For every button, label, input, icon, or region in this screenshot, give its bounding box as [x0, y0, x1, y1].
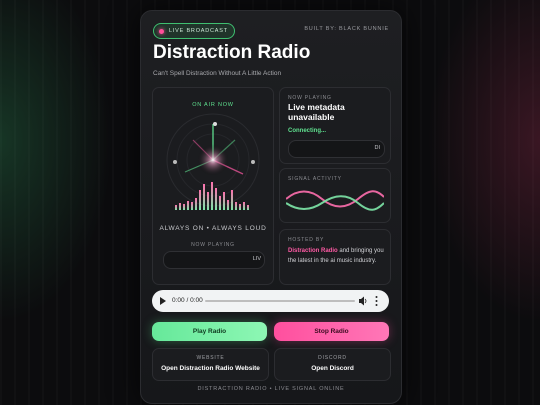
hosted-by-label: HOSTED BY — [288, 237, 325, 243]
metadata-ticker: DI — [288, 140, 385, 158]
metadata-text: Live metadata unavailable — [288, 102, 345, 122]
on-air-label: ON AIR NOW — [192, 102, 234, 108]
signal-activity-card: SIGNAL ACTIVITY — [279, 168, 391, 223]
website-link-label: WEBSITE — [196, 355, 225, 361]
radio-visualizer-icon — [166, 113, 260, 210]
play-radio-button[interactable]: Play Radio — [152, 322, 267, 341]
website-link-text: Open Distraction Radio Website — [161, 365, 260, 372]
stop-radio-button[interactable]: Stop Radio — [274, 322, 389, 341]
signal-wave-icon — [286, 190, 384, 211]
now-playing-ticker: LIV — [163, 251, 265, 269]
audio-player: 0:00 / 0:00 — [152, 290, 389, 312]
page-subtitle: Can't Spell Distraction Without A Little… — [153, 70, 282, 77]
built-by-credit: BUILT BY: BLACK BUNNIE — [304, 26, 389, 32]
discord-link-label: DISCORD — [318, 355, 347, 361]
visualizer-panel: ON AIR NOW ALWAYS ON • ALWAYS LOUD NOW P… — [152, 87, 274, 285]
audio-play-icon[interactable] — [160, 297, 166, 305]
live-badge-label: LIVE BROADCAST — [169, 28, 228, 34]
now-playing-card: NOW PLAYING Live metadata unavailable Co… — [279, 87, 391, 164]
tagline: ALWAYS ON • ALWAYS LOUD — [159, 225, 267, 232]
now-playing-card-label: NOW PLAYING — [288, 95, 332, 101]
discord-link-text: Open Discord — [311, 365, 354, 372]
now-playing-ticker-text: LIV — [252, 256, 261, 262]
more-options-icon[interactable] — [375, 295, 378, 307]
metadata-ticker-text: DI — [374, 145, 381, 151]
connection-status: Connecting... — [288, 128, 326, 134]
hosted-by-text: Distraction Radio and bringing you the l… — [288, 247, 384, 266]
live-badge: LIVE BROADCAST — [153, 23, 235, 39]
hosted-by-card: HOSTED BY Distraction Radio and bringing… — [279, 229, 391, 285]
footer-status: DISTRACTION RADIO • LIVE SIGNAL ONLINE — [197, 386, 345, 392]
host-name: Distraction Radio — [288, 248, 338, 254]
page-title: Distraction Radio — [153, 42, 311, 63]
radio-card: LIVE BROADCAST BUILT BY: BLACK BUNNIE Di… — [140, 10, 402, 404]
now-playing-label: NOW PLAYING — [191, 242, 235, 248]
website-link[interactable]: WEBSITE Open Distraction Radio Website — [152, 348, 269, 381]
signal-activity-label: SIGNAL ACTIVITY — [288, 176, 342, 182]
discord-link[interactable]: DISCORD Open Discord — [274, 348, 391, 381]
audio-seek-bar[interactable] — [205, 300, 355, 302]
audio-time: 0:00 / 0:00 — [172, 297, 203, 304]
live-dot-icon — [159, 28, 164, 34]
volume-icon[interactable] — [359, 296, 367, 306]
